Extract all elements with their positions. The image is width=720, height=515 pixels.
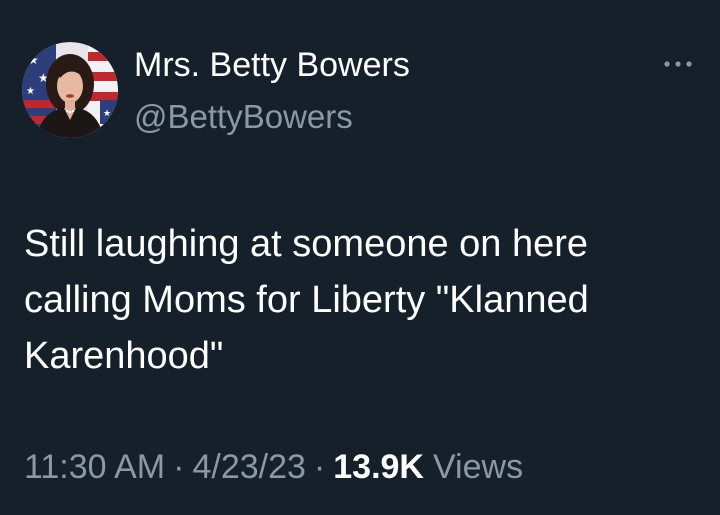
author-display-name[interactable]: Mrs. Betty Bowers xyxy=(134,45,410,85)
meta-separator: · xyxy=(173,448,185,486)
meta-separator: · xyxy=(313,448,326,486)
author-avatar[interactable]: ★ ★ ★ ★ xyxy=(22,42,118,138)
tweet-time[interactable]: 11:30 AM xyxy=(24,448,165,486)
tweet-card: ★ ★ ★ ★ Mrs. Betty Bowers @BettyBowers S… xyxy=(0,0,720,515)
ellipsis-icon xyxy=(664,61,692,67)
profile-photo-icon: ★ ★ ★ ★ xyxy=(22,42,118,138)
more-options-button[interactable] xyxy=(658,52,698,76)
svg-text:★: ★ xyxy=(103,109,111,119)
tweet-metadata: 11:30 AM · 4/23/23 · 13.9K Views xyxy=(24,445,523,489)
tweet-date[interactable]: 4/23/23 xyxy=(192,448,305,486)
tweet-text: Still laughing at someone on here callin… xyxy=(24,223,589,377)
views-count[interactable]: 13.9K xyxy=(333,448,424,486)
svg-text:★: ★ xyxy=(28,53,39,67)
views-label[interactable]: Views xyxy=(424,448,523,486)
author-handle[interactable]: @BettyBowers xyxy=(134,97,353,137)
svg-text:★: ★ xyxy=(26,86,35,97)
